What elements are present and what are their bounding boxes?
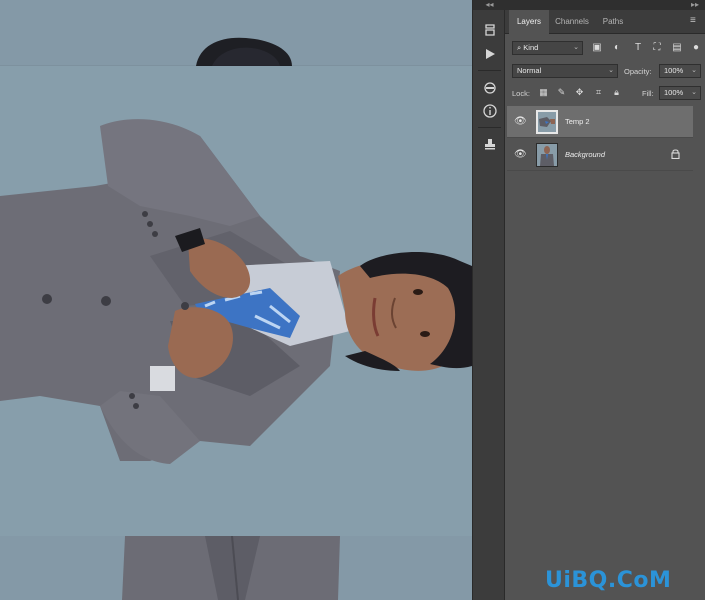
filter-toggle-icon[interactable]: ● [690,42,702,54]
type-layer-filter-icon[interactable]: T [632,42,644,54]
info-icon[interactable] [479,101,500,121]
rotated-portrait-svg [0,119,472,464]
adjustments-icon[interactable] [479,78,500,98]
blend-mode-value: Normal [517,66,542,75]
opacity-value: 100% [664,66,684,75]
panel-tabs: Layers Channels Paths ≡ [505,10,705,34]
fill-label: Fill: [642,89,654,98]
collapse-right-icon[interactable]: ▸▸ [505,0,705,10]
search-icon: ⌕ [517,43,522,52]
history-icon[interactable] [479,20,500,40]
tab-layers[interactable]: Layers [509,10,549,34]
portrait-jacket-bottom-svg [122,536,340,600]
collapse-left-icon[interactable]: ◂◂ [473,0,506,10]
layer-row-temp-2[interactable]: 👁︎ Temp 2 [507,106,693,138]
background-layer-top [0,0,472,66]
visibility-eye-icon[interactable]: 👁︎ [514,116,527,128]
tab-paths[interactable]: Paths [595,10,631,34]
filter-kind-label: Kind [523,43,539,52]
portrait-head-top-svg [196,37,292,66]
tab-channels[interactable]: Channels [549,10,595,34]
layers-panel: ▸▸ Layers Channels Paths ≡ ⌕ Kind ⌄ ▣ ◐ … [505,0,705,600]
lock-all-icon[interactable]: 🔒︎ [611,87,622,98]
chevron-down-icon: ⌄ [691,89,697,96]
panel-menu-icon[interactable]: ≡ [690,16,700,26]
blend-mode-dropdown[interactable]: Normal ⌄ [512,64,618,78]
temp-2-layer-content [0,66,472,536]
fill-value: 100% [664,88,684,97]
fill-field[interactable]: 100% ⌄ [659,86,701,100]
smart-object-filter-icon[interactable]: ▤ [671,42,683,54]
lock-transparent-pixels-icon[interactable]: ▦ [538,87,549,98]
panel-icon-strip: ◂◂ [472,0,506,600]
layer-locked-icon [671,149,681,160]
shape-layer-filter-icon[interactable]: ⛶ [651,42,663,54]
actions-play-icon[interactable] [479,44,500,64]
opacity-label: Opacity: [624,67,652,76]
layer-thumbnail [536,110,558,134]
chevron-down-icon: ⌄ [573,44,579,51]
pixel-layer-filter-icon[interactable]: ▣ [591,42,603,54]
lock-artboard-icon[interactable]: ⌗ [593,87,604,98]
layer-thumbnail [536,143,558,167]
filter-kind-dropdown[interactable]: ⌕ Kind ⌄ [512,41,583,55]
strip-divider [478,70,501,71]
layer-name[interactable]: Temp 2 [565,117,590,126]
chevron-down-icon: ⌄ [691,67,697,74]
document-canvas[interactable] [0,0,472,600]
layer-name[interactable]: Background [565,150,605,159]
chevron-down-icon: ⌄ [608,67,614,74]
clone-source-icon[interactable] [479,134,500,154]
adjustment-layer-filter-icon[interactable]: ◐ [611,42,623,54]
lock-image-pixels-icon[interactable]: ✎ [556,87,567,98]
layer-row-background[interactable]: 👁︎ Background [507,139,693,171]
background-layer-bottom [0,536,472,600]
lock-position-icon[interactable]: ✥ [574,87,585,98]
lock-label: Lock: [512,89,530,98]
strip-divider [478,127,501,128]
opacity-field[interactable]: 100% ⌄ [659,64,701,78]
visibility-eye-icon[interactable]: 👁︎ [514,149,527,161]
watermark-logo: UiBQ.CoM [545,568,672,593]
